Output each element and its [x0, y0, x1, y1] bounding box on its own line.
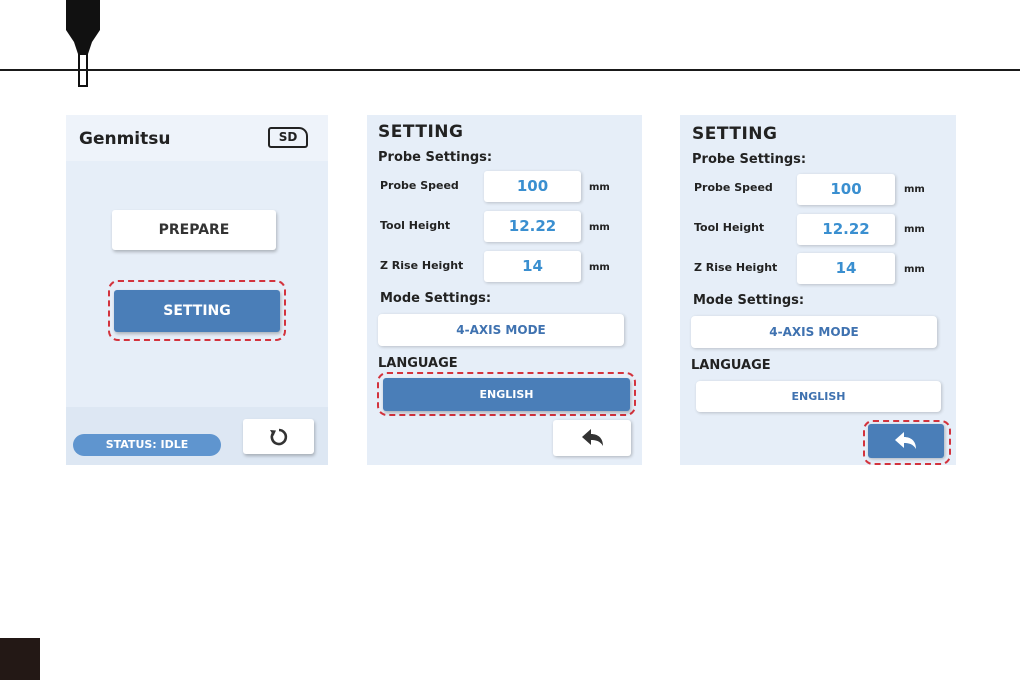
- z-rise-height-label: Z Rise Height: [694, 261, 778, 274]
- language-heading: LANGUAGE: [378, 356, 458, 371]
- header-rule: [0, 69, 1020, 71]
- setting-title: SETTING: [378, 122, 464, 142]
- probe-speed-unit: mm: [904, 184, 925, 195]
- probe-settings-heading: Probe Settings:: [378, 150, 493, 165]
- prepare-button[interactable]: PREPARE: [112, 210, 276, 250]
- status-badge: STATUS: IDLE: [73, 434, 221, 456]
- setting-screen-back: SETTING Probe Settings: Probe Speed 100 …: [680, 115, 956, 465]
- back-arrow-icon: [895, 432, 916, 449]
- probe-speed-label: Probe Speed: [380, 179, 459, 192]
- brand-title: Genmitsu: [79, 129, 171, 149]
- tool-height-field[interactable]: 12.22: [797, 214, 895, 245]
- setting-title: SETTING: [692, 124, 778, 144]
- home-screen: Genmitsu SD PREPARE SETTING STATUS: IDLE: [66, 115, 328, 465]
- probe-speed-field[interactable]: 100: [797, 174, 895, 205]
- mode-select-button[interactable]: 4-AXIS MODE: [378, 314, 624, 346]
- setting-button[interactable]: SETTING: [114, 290, 280, 332]
- page-corner-tab: [0, 638, 40, 680]
- prepare-label: PREPARE: [158, 222, 230, 238]
- sd-card-icon: SD: [268, 127, 308, 148]
- language-button[interactable]: ENGLISH: [696, 381, 941, 412]
- language-heading: LANGUAGE: [691, 358, 771, 373]
- back-button[interactable]: [553, 420, 631, 456]
- mode-settings-heading: Mode Settings:: [380, 291, 492, 306]
- z-rise-height-field[interactable]: 14: [484, 251, 581, 282]
- probe-speed-unit: mm: [589, 182, 610, 193]
- probe-pen-icon: [62, 0, 104, 88]
- back-button[interactable]: [868, 424, 944, 458]
- z-rise-height-field[interactable]: 14: [797, 253, 895, 284]
- z-rise-height-unit: mm: [904, 264, 925, 275]
- setting-screen-language: SETTING Probe Settings: Probe Speed 100 …: [367, 115, 642, 465]
- probe-speed-label: Probe Speed: [694, 181, 773, 194]
- z-rise-height-label: Z Rise Height: [380, 259, 464, 272]
- tool-height-unit: mm: [589, 222, 610, 233]
- language-button[interactable]: ENGLISH: [383, 378, 630, 411]
- tool-height-unit: mm: [904, 224, 925, 235]
- back-arrow-icon: [582, 429, 603, 446]
- refresh-button[interactable]: [243, 419, 314, 454]
- setting-label: SETTING: [163, 303, 231, 319]
- tool-height-label: Tool Height: [380, 219, 451, 232]
- probe-settings-heading: Probe Settings:: [692, 152, 807, 167]
- z-rise-height-unit: mm: [589, 262, 610, 273]
- probe-speed-field[interactable]: 100: [484, 171, 581, 202]
- tool-height-label: Tool Height: [694, 221, 765, 234]
- tool-height-field[interactable]: 12.22: [484, 211, 581, 242]
- mode-settings-heading: Mode Settings:: [693, 293, 805, 308]
- refresh-icon: [270, 428, 288, 446]
- mode-select-button[interactable]: 4-AXIS MODE: [691, 316, 937, 348]
